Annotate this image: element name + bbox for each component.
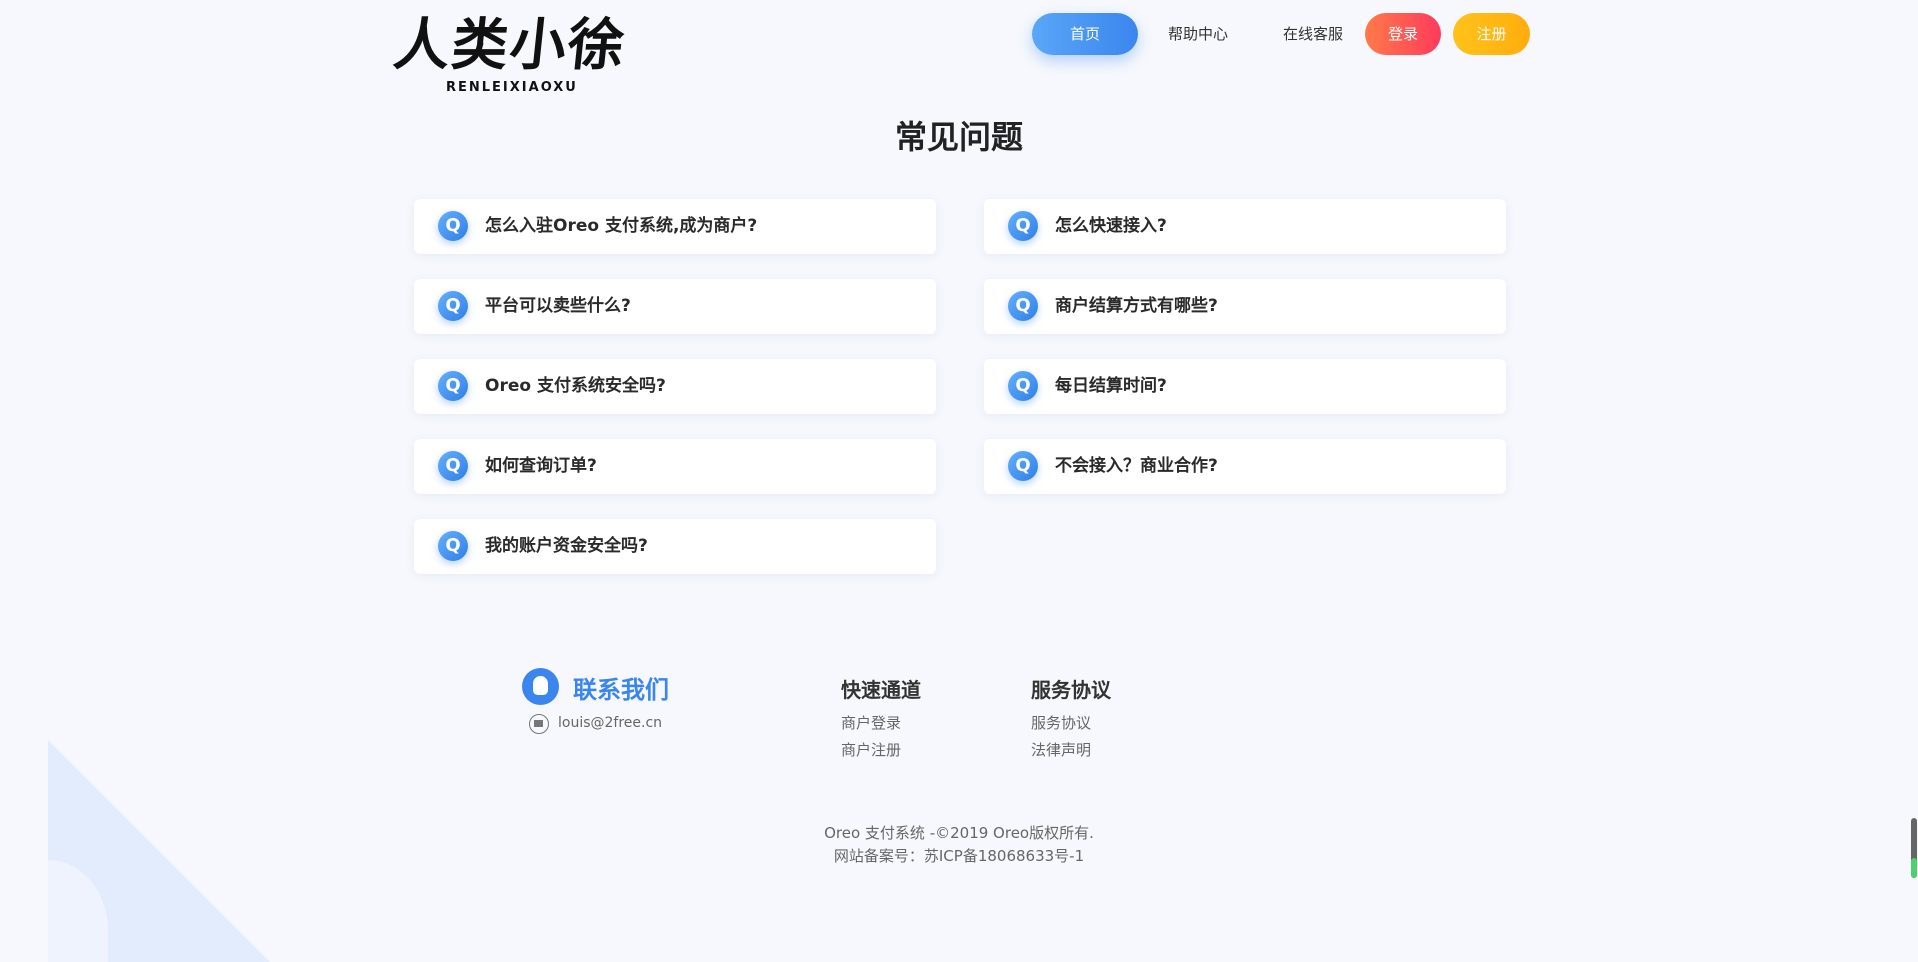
question-icon: Q bbox=[1008, 451, 1038, 481]
faq-question: 如何查询订单? bbox=[485, 456, 597, 476]
faq-item[interactable]: Q 商户结算方式有哪些? bbox=[984, 279, 1506, 334]
faq-question: 怎么入驻Oreo 支付系统,成为商户? bbox=[485, 216, 758, 236]
copyright-text: Oreo 支付系统 -©2019 Oreo版权所有. bbox=[824, 824, 1094, 842]
quick-links-title: 快速通道 bbox=[841, 678, 921, 702]
nav-service-link[interactable]: 在线客服 bbox=[1270, 13, 1356, 55]
faq-question: 不会接入？商业合作? bbox=[1055, 456, 1218, 476]
mail-icon bbox=[529, 714, 549, 734]
faq-question: Oreo 支付系统安全吗? bbox=[485, 376, 666, 396]
service-agreement-link[interactable]: 服务协议 bbox=[1031, 712, 1091, 733]
legal-notice-link[interactable]: 法律声明 bbox=[1031, 739, 1091, 760]
icp-record-text[interactable]: 网站备案号：苏ICP备18068633号-1 bbox=[0, 845, 1918, 866]
faq-question: 我的账户资金安全吗? bbox=[485, 536, 648, 556]
question-icon: Q bbox=[438, 211, 468, 241]
question-icon: Q bbox=[1008, 291, 1038, 321]
nav-home-button[interactable]: 首页 bbox=[1032, 13, 1138, 55]
faq-item[interactable]: Q 不会接入？商业合作? bbox=[984, 439, 1506, 494]
faq-item[interactable]: Q 每日结算时间? bbox=[984, 359, 1506, 414]
faq-item[interactable]: Q 平台可以卖些什么? bbox=[414, 279, 936, 334]
question-icon: Q bbox=[438, 371, 468, 401]
faq-question: 每日结算时间? bbox=[1055, 376, 1167, 396]
login-button[interactable]: 登录 bbox=[1365, 13, 1441, 55]
contact-email[interactable]: louis@2free.cn bbox=[558, 715, 662, 731]
faq-title: 常见问题 bbox=[894, 118, 1023, 156]
faq-item[interactable]: Q 我的账户资金安全吗? bbox=[414, 519, 936, 574]
question-icon: Q bbox=[1008, 211, 1038, 241]
question-icon: Q bbox=[438, 291, 468, 321]
nav-help-link[interactable]: 帮助中心 bbox=[1150, 13, 1246, 55]
faq-question: 怎么快速接入? bbox=[1055, 216, 1167, 236]
question-icon: Q bbox=[1008, 371, 1038, 401]
faq-item[interactable]: Q 怎么入驻Oreo 支付系统,成为商户? bbox=[414, 199, 936, 254]
qq-icon[interactable] bbox=[522, 668, 559, 705]
question-icon: Q bbox=[438, 531, 468, 561]
logo-sub-text: RENLEIXIAOXU bbox=[446, 80, 578, 95]
faq-question: 商户结算方式有哪些? bbox=[1055, 296, 1218, 316]
question-icon: Q bbox=[438, 451, 468, 481]
faq-item[interactable]: Q Oreo 支付系统安全吗? bbox=[414, 359, 936, 414]
faq-item[interactable]: Q 如何查询订单? bbox=[414, 439, 936, 494]
logo-main-text: 人类小徐 bbox=[390, 12, 630, 78]
register-button[interactable]: 注册 bbox=[1453, 13, 1530, 55]
site-logo[interactable]: 人类小徐 RENLEIXIAOXU bbox=[391, 12, 642, 98]
faq-question: 平台可以卖些什么? bbox=[485, 296, 631, 316]
merchant-login-link[interactable]: 商户登录 bbox=[841, 712, 901, 733]
contact-title: 联系我们 bbox=[573, 676, 669, 704]
faq-item[interactable]: Q 怎么快速接入? bbox=[984, 199, 1506, 254]
merchant-register-link[interactable]: 商户注册 bbox=[841, 739, 901, 760]
service-links-title: 服务协议 bbox=[1031, 678, 1111, 702]
scrollbar-indicator bbox=[1911, 858, 1917, 878]
